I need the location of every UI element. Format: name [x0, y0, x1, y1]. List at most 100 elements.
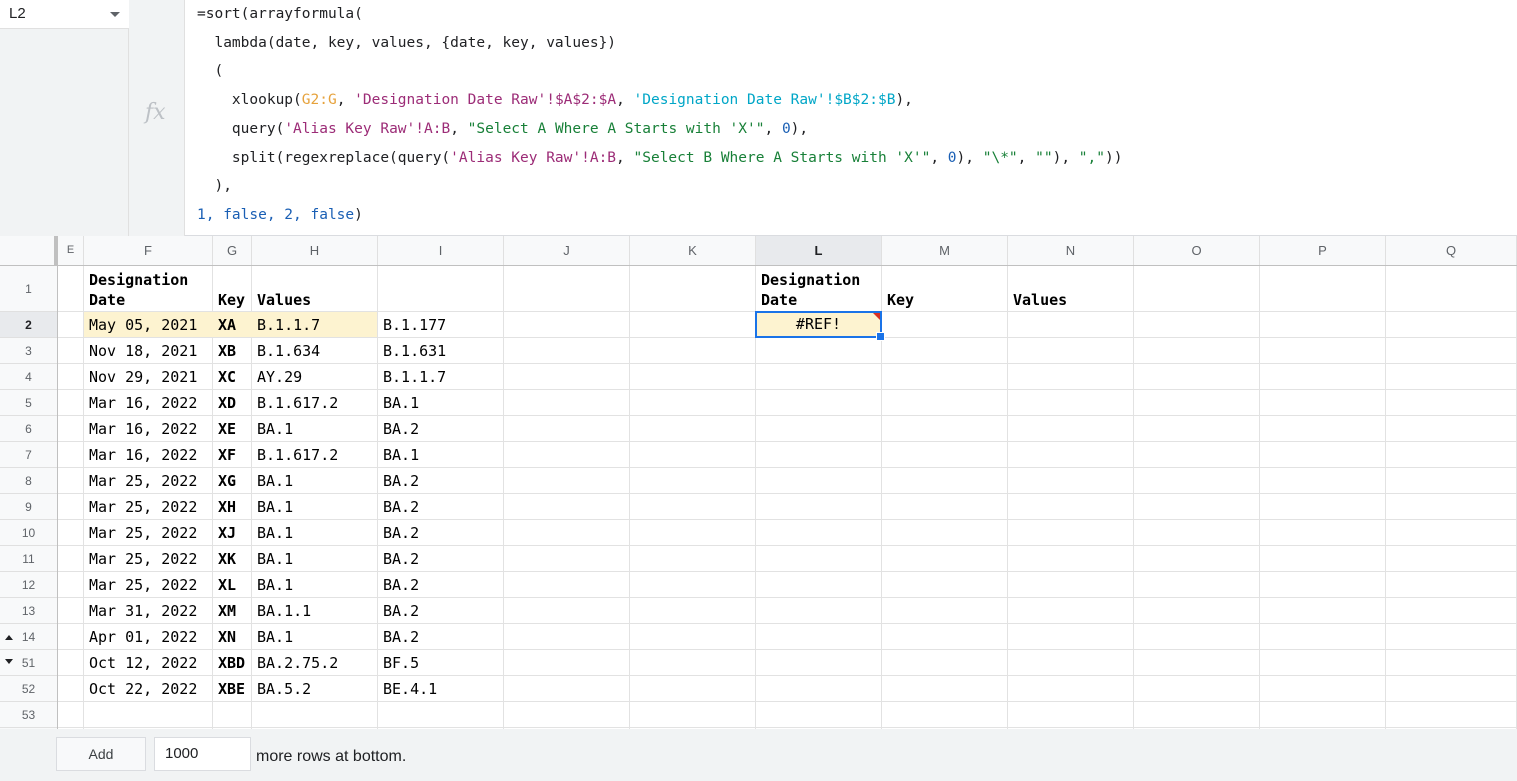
- cell-h52[interactable]: BA.5.2: [257, 680, 377, 698]
- header-cell-l[interactable]: Designation Date: [761, 270, 879, 310]
- header-cell-n[interactable]: Values: [1013, 290, 1131, 310]
- cell-i6[interactable]: BA.2: [383, 420, 503, 438]
- column-header-e[interactable]: E: [58, 236, 84, 265]
- cell-i11[interactable]: BA.2: [383, 550, 503, 568]
- cell-h8[interactable]: BA.1: [257, 472, 377, 490]
- cell-f11[interactable]: Mar 25, 2022: [89, 550, 212, 568]
- header-cell-m[interactable]: Key: [887, 290, 1005, 310]
- cell-i8[interactable]: BA.2: [383, 472, 503, 490]
- row-header-13[interactable]: 13: [0, 598, 57, 624]
- row-header-7[interactable]: 7: [0, 442, 57, 468]
- row-header-12[interactable]: 12: [0, 572, 57, 598]
- cell-g51[interactable]: XBD: [218, 654, 251, 672]
- cell-g7[interactable]: XF: [218, 446, 251, 464]
- cell-f14[interactable]: Apr 01, 2022: [89, 628, 212, 646]
- cell-g10[interactable]: XJ: [218, 524, 251, 542]
- cell-h9[interactable]: BA.1: [257, 498, 377, 516]
- cell-f10[interactable]: Mar 25, 2022: [89, 524, 212, 542]
- cell-g52[interactable]: XBE: [218, 680, 251, 698]
- row-header-6[interactable]: 6: [0, 416, 57, 442]
- cell-i9[interactable]: BA.2: [383, 498, 503, 516]
- column-header-f[interactable]: F: [84, 236, 213, 265]
- cell-h14[interactable]: BA.1: [257, 628, 377, 646]
- header-cell-g[interactable]: Key: [218, 290, 249, 310]
- row-header-4[interactable]: 4: [0, 364, 57, 390]
- cell-i12[interactable]: BA.2: [383, 576, 503, 594]
- active-cell[interactable]: #REF!: [755, 311, 885, 341]
- cell-f13[interactable]: Mar 31, 2022: [89, 602, 212, 620]
- cell-g9[interactable]: XH: [218, 498, 251, 516]
- column-header-q[interactable]: Q: [1386, 236, 1517, 265]
- cell-i5[interactable]: BA.1: [383, 394, 503, 412]
- column-header-g[interactable]: G: [213, 236, 252, 265]
- column-header-p[interactable]: P: [1260, 236, 1386, 265]
- row-header-52[interactable]: 52: [0, 676, 57, 702]
- column-header-l[interactable]: L: [756, 236, 882, 265]
- cell-f12[interactable]: Mar 25, 2022: [89, 576, 212, 594]
- cell-f4[interactable]: Nov 29, 2021: [89, 368, 212, 386]
- formula-bar[interactable]: =sort(arrayformula( lambda(date, key, va…: [185, 0, 1517, 236]
- cell-i3[interactable]: B.1.631: [383, 342, 503, 360]
- cell-f7[interactable]: Mar 16, 2022: [89, 446, 212, 464]
- cell-i13[interactable]: BA.2: [383, 602, 503, 620]
- cell-i52[interactable]: BE.4.1: [383, 680, 503, 698]
- cell-f9[interactable]: Mar 25, 2022: [89, 498, 212, 516]
- row-header-1[interactable]: 1: [0, 266, 57, 312]
- cell-h5[interactable]: B.1.617.2: [257, 394, 377, 412]
- row-header-10[interactable]: 10: [0, 520, 57, 546]
- expand-up-icon[interactable]: [5, 635, 13, 640]
- row-header-2[interactable]: 2: [0, 312, 57, 338]
- select-all-corner[interactable]: [0, 236, 58, 265]
- column-header-n[interactable]: N: [1008, 236, 1134, 265]
- cell-g12[interactable]: XL: [218, 576, 251, 594]
- fill-handle[interactable]: [876, 332, 885, 341]
- header-cell-h[interactable]: Values: [257, 290, 375, 310]
- column-header-o[interactable]: O: [1134, 236, 1260, 265]
- cell-g11[interactable]: XK: [218, 550, 251, 568]
- row-header-8[interactable]: 8: [0, 468, 57, 494]
- cell-g6[interactable]: XE: [218, 420, 251, 438]
- cell-g8[interactable]: XG: [218, 472, 251, 490]
- sheet-grid[interactable]: Designation Date Key Values Designation Dat…: [58, 266, 1517, 729]
- row-header-11[interactable]: 11: [0, 546, 57, 572]
- cell-i4[interactable]: B.1.1.7: [383, 368, 503, 386]
- cell-f52[interactable]: Oct 22, 2022: [89, 680, 212, 698]
- column-header-j[interactable]: J: [504, 236, 630, 265]
- header-cell-f[interactable]: Designation Date: [89, 270, 210, 310]
- column-header-i[interactable]: I: [378, 236, 504, 265]
- cell-g3[interactable]: XB: [218, 342, 251, 360]
- add-rows-button[interactable]: Add: [56, 737, 146, 771]
- cell-f8[interactable]: Mar 25, 2022: [89, 472, 212, 490]
- chevron-down-icon[interactable]: [110, 12, 120, 17]
- cell-h3[interactable]: B.1.634: [257, 342, 377, 360]
- cell-g13[interactable]: XM: [218, 602, 251, 620]
- cell-h6[interactable]: BA.1: [257, 420, 377, 438]
- row-header-3[interactable]: 3: [0, 338, 57, 364]
- cell-i51[interactable]: BF.5: [383, 654, 503, 672]
- column-header-h[interactable]: H: [252, 236, 378, 265]
- cell-h12[interactable]: BA.1: [257, 576, 377, 594]
- cell-f5[interactable]: Mar 16, 2022: [89, 394, 212, 412]
- cell-g5[interactable]: XD: [218, 394, 251, 412]
- cell-g2[interactable]: XA: [218, 316, 251, 334]
- cell-f6[interactable]: Mar 16, 2022: [89, 420, 212, 438]
- cell-h13[interactable]: BA.1.1: [257, 602, 377, 620]
- column-header-k[interactable]: K: [630, 236, 756, 265]
- cell-h7[interactable]: B.1.617.2: [257, 446, 377, 464]
- cell-h51[interactable]: BA.2.75.2: [257, 654, 377, 672]
- cell-h2[interactable]: B.1.1.7: [257, 316, 377, 334]
- cell-h4[interactable]: AY.29: [257, 368, 377, 386]
- row-header-9[interactable]: 9: [0, 494, 57, 520]
- cell-g14[interactable]: XN: [218, 628, 251, 646]
- column-header-m[interactable]: M: [882, 236, 1008, 265]
- row-header-53[interactable]: 53: [0, 702, 57, 728]
- collapse-down-icon[interactable]: [5, 659, 13, 664]
- cell-i2[interactable]: B.1.177: [383, 316, 503, 334]
- name-box[interactable]: L2: [0, 0, 129, 29]
- cell-i14[interactable]: BA.2: [383, 628, 503, 646]
- cell-i7[interactable]: BA.1: [383, 446, 503, 464]
- cell-i10[interactable]: BA.2: [383, 524, 503, 542]
- cell-f51[interactable]: Oct 12, 2022: [89, 654, 212, 672]
- cell-h10[interactable]: BA.1: [257, 524, 377, 542]
- cell-f3[interactable]: Nov 18, 2021: [89, 342, 212, 360]
